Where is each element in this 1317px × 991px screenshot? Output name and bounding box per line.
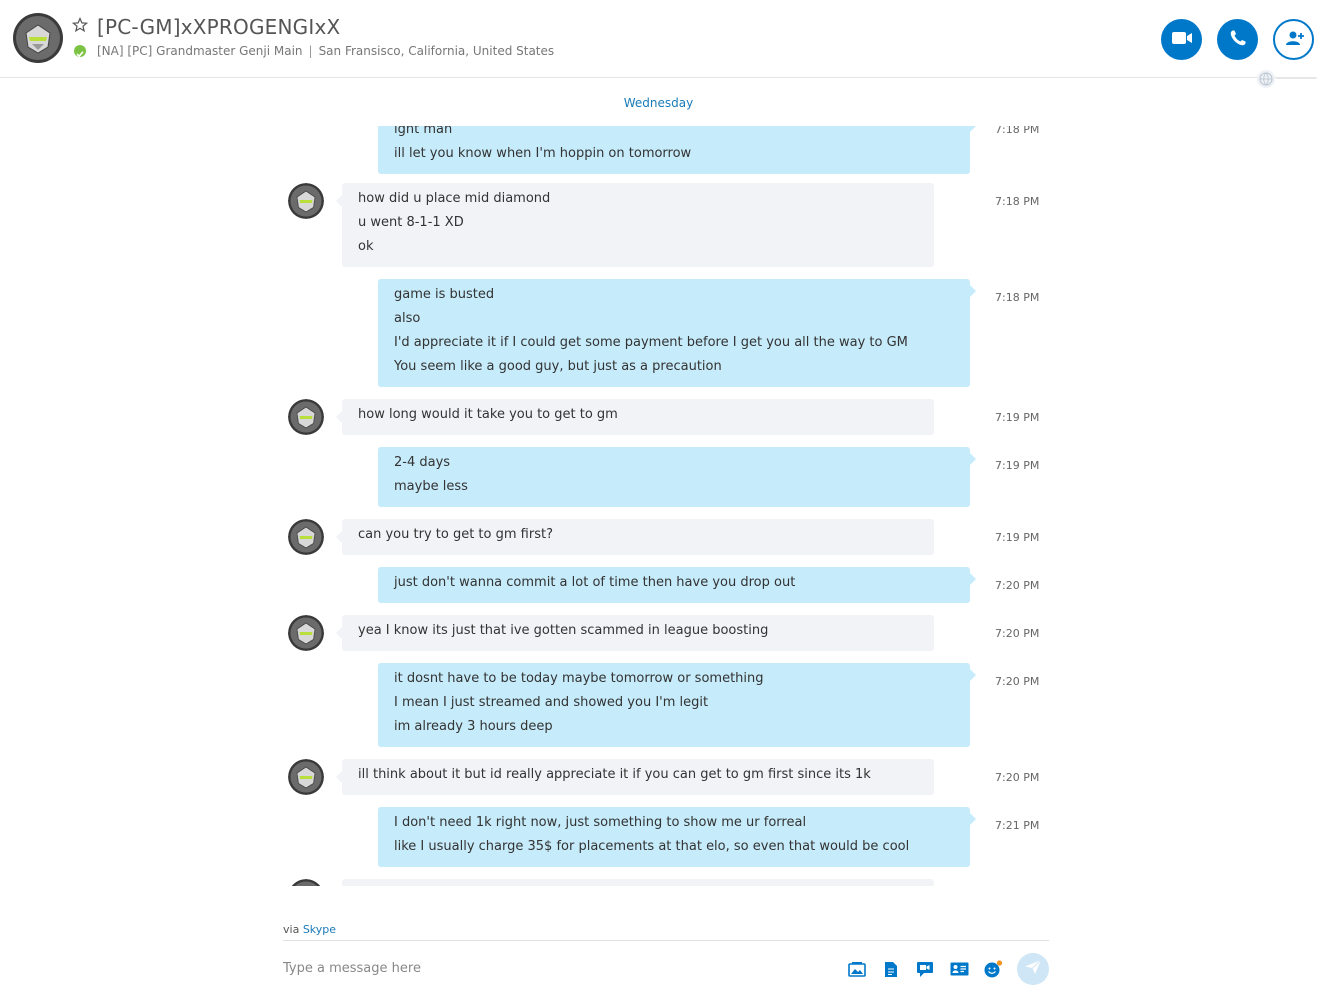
- phone-icon: [1229, 29, 1247, 51]
- subtitle-separator: |: [308, 44, 313, 58]
- message-text: im already 3 hours deep: [394, 719, 553, 734]
- sender-avatar[interactable]: [288, 183, 324, 219]
- outgoing-message[interactable]: it dosnt have to be today maybe tomorrow…: [378, 663, 976, 747]
- message-text: I mean I just streamed and showed you I'…: [394, 695, 709, 710]
- message-timestamp: 7:18 PM: [995, 291, 1040, 304]
- message-text: ill think about it but id really appreci…: [358, 767, 871, 782]
- message-timestamp: 7:19 PM: [995, 459, 1040, 472]
- audio-call-button[interactable]: [1217, 19, 1258, 60]
- sender-avatar[interactable]: [288, 759, 324, 795]
- message-text: ight man: [394, 126, 453, 137]
- video-camera-icon: [1171, 30, 1193, 49]
- message-text: ill let you know when I'm hoppin on tomo…: [394, 146, 692, 161]
- sender-avatar[interactable]: [288, 615, 324, 651]
- file-icon[interactable]: [881, 960, 901, 978]
- via-prefix: via: [283, 923, 300, 936]
- message-timestamp: 7:20 PM: [995, 579, 1040, 592]
- message-timestamp: 7:18 PM: [995, 126, 1040, 136]
- message-text: also: [394, 311, 421, 326]
- contact-name: [PC-GM]xXPROGENGIxX: [97, 15, 341, 39]
- incoming-message[interactable]: can you try to get to gm first?: [336, 519, 934, 555]
- incoming-message[interactable]: yea I know its just that ive gotten scam…: [336, 615, 934, 651]
- message-timestamp: 7:20 PM: [995, 627, 1040, 640]
- online-status-icon: [74, 45, 86, 58]
- message-text: can you try to get to gm first?: [358, 527, 553, 542]
- outgoing-message[interactable]: just don't wanna commit a lot of time th…: [378, 567, 976, 603]
- via-label: via Skype: [283, 923, 336, 936]
- add-person-icon: [1283, 30, 1305, 50]
- message-text: ok: [358, 239, 374, 254]
- incoming-message[interactable]: ill think about it but id really appreci…: [336, 759, 934, 795]
- skype-link[interactable]: Skype: [303, 923, 336, 936]
- send-button[interactable]: [1017, 953, 1049, 985]
- message-text: yea I know its just that ive gotten scam…: [358, 623, 769, 638]
- incoming-message[interactable]: how long would it take you to get to gm: [336, 399, 934, 435]
- message-input[interactable]: [283, 958, 823, 978]
- video-message-icon[interactable]: [915, 960, 935, 978]
- contact-location: San Fransisco, California, United States: [318, 44, 555, 58]
- outgoing-message[interactable]: game is busted also I'd appreciate it if…: [378, 279, 976, 387]
- contact-avatar[interactable]: [13, 13, 63, 63]
- outgoing-message[interactable]: 2-4 days maybe less: [378, 447, 976, 507]
- outgoing-message[interactable]: ight man ill let you know when I'm hoppi…: [378, 126, 976, 174]
- message-text: 2-4 days: [394, 455, 451, 470]
- add-people-button[interactable]: [1273, 19, 1314, 60]
- message-text: I'd appreciate it if I could get some pa…: [394, 335, 908, 350]
- message-list[interactable]: ight man ill let you know when I'm hoppi…: [0, 126, 1317, 886]
- message-timestamp: 7:19 PM: [995, 411, 1040, 424]
- message-text: u went 8-1-1 XD: [358, 215, 464, 230]
- message-timestamp: 7:18 PM: [995, 195, 1040, 208]
- incoming-message[interactable]: how did u place mid diamond u went 8-1-1…: [336, 183, 934, 267]
- favorite-star-icon[interactable]: [71, 16, 89, 33]
- contact-subtitle: [NA] [PC] Grandmaster Genji Main | San Fra…: [97, 44, 554, 58]
- message-text: just don't wanna commit a lot of time th…: [394, 575, 796, 590]
- media-gallery-icon[interactable]: [847, 960, 867, 978]
- contact-card-icon[interactable]: [949, 960, 969, 978]
- message-text: game is busted: [394, 287, 495, 302]
- message-text: it dosnt have to be today maybe tomorrow…: [394, 671, 764, 686]
- message-text: You seem like a good guy, but just as a …: [394, 359, 722, 374]
- message-text: I don't need 1k right now, just somethin…: [394, 815, 807, 830]
- message-timestamp: 7:19 PM: [995, 531, 1040, 544]
- composer-divider: [283, 940, 1049, 941]
- message-text: maybe less: [394, 479, 468, 494]
- sender-avatar[interactable]: [288, 879, 324, 886]
- emoticon-icon[interactable]: [983, 960, 1003, 978]
- globe-icon[interactable]: [1257, 70, 1275, 88]
- conversation-header: [PC-GM]xXPROGENGIxX [NA] [PC] Grandmaste…: [0, 0, 1317, 88]
- send-icon: [1024, 959, 1042, 979]
- mood-message: [NA] [PC] Grandmaster Genji Main: [97, 44, 303, 58]
- sender-avatar[interactable]: [288, 399, 324, 435]
- video-call-button[interactable]: [1161, 19, 1202, 60]
- sender-avatar[interactable]: [288, 519, 324, 555]
- outgoing-message[interactable]: I don't need 1k right now, just somethin…: [378, 807, 976, 867]
- day-separator: Wednesday: [623, 96, 694, 110]
- message-text: how did u place mid diamond: [358, 191, 551, 206]
- message-text: like I usually charge 35$ for placements…: [394, 839, 910, 854]
- message-timestamp: 7:21 PM: [995, 819, 1040, 832]
- message-timestamp: 7:20 PM: [995, 675, 1040, 688]
- message-text: how long would it take you to get to gm: [358, 407, 618, 422]
- incoming-message[interactable]: [342, 879, 934, 886]
- message-timestamp: 7:20 PM: [995, 771, 1040, 784]
- header-divider: [1276, 78, 1316, 79]
